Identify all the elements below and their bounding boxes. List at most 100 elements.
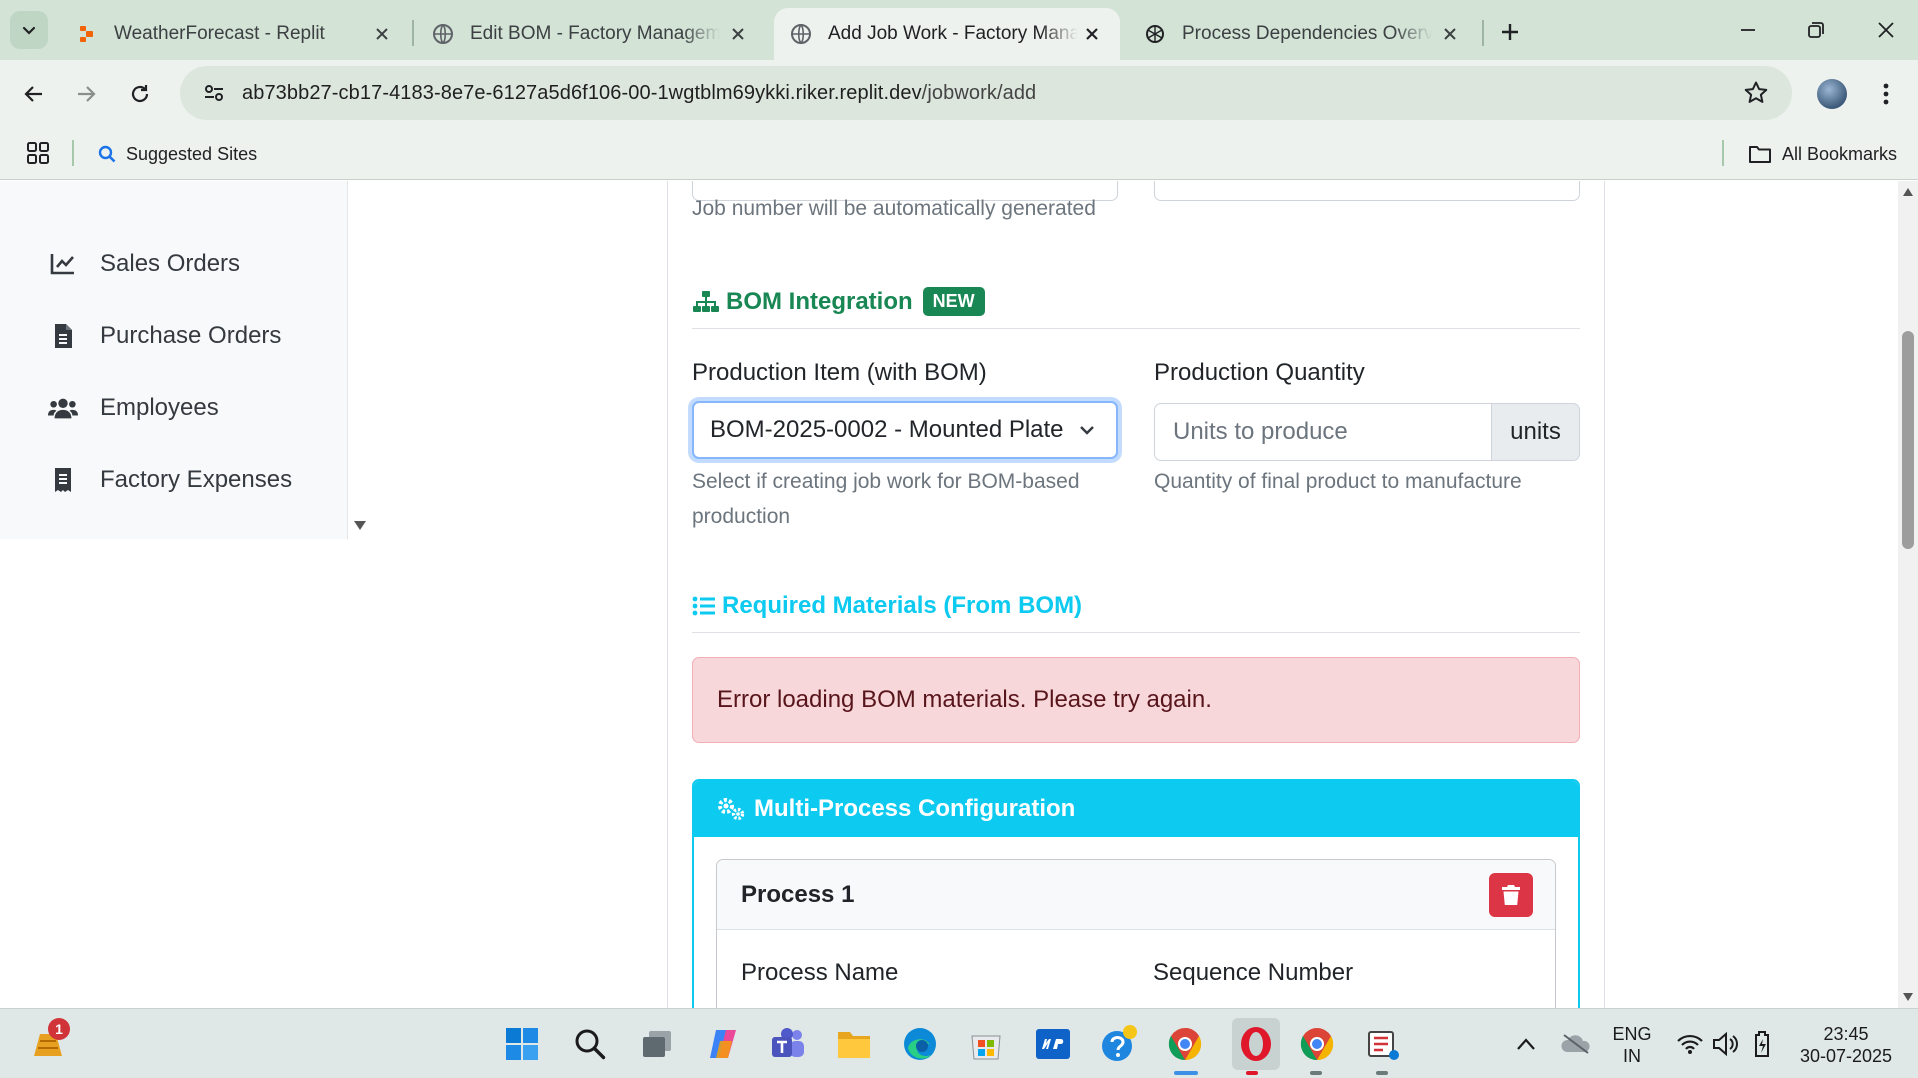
close-window-button[interactable] (1862, 8, 1910, 52)
windows-logo-icon (506, 1028, 538, 1060)
onedrive-icon[interactable] (1556, 1024, 1596, 1064)
tab-title: WeatherForecast - Replit (114, 23, 325, 44)
scroll-up-icon[interactable] (1902, 187, 1914, 197)
sidebar-item-purchase-orders[interactable]: Purchase Orders (48, 319, 281, 353)
taskbar-widget-app-icon[interactable]: 1 (28, 1018, 70, 1064)
sidebar-item-label: Employees (100, 394, 219, 421)
chrome-profile-icon[interactable] (1165, 1024, 1205, 1064)
scroll-down-icon[interactable] (1902, 992, 1914, 1002)
restore-icon (1808, 22, 1824, 38)
input-language-indicator[interactable]: ENG IN (1607, 1023, 1657, 1067)
reload-icon (131, 85, 149, 103)
get-help-icon[interactable] (1099, 1024, 1139, 1064)
minimize-icon (1741, 29, 1755, 31)
production-item-select[interactable]: BOM-2025-0002 - Mounted Plate (692, 401, 1118, 459)
tab-title: Add Job Work - Factory Management (828, 23, 1078, 44)
restore-button[interactable] (1792, 8, 1840, 52)
address-bar[interactable]: ab73bb27-cb17-4183-8e7e-6127a5d6f106-00-… (180, 66, 1792, 120)
sidebar-item-sales-orders[interactable]: Sales Orders (48, 247, 240, 281)
tab-add-job-work[interactable]: Add Job Work - Factory Management (774, 8, 1120, 60)
sidebar-item-label: Purchase Orders (100, 322, 282, 349)
search-icon (98, 145, 116, 163)
chrome-browser-icon[interactable] (1297, 1024, 1337, 1064)
file-explorer-icon[interactable] (834, 1024, 874, 1064)
opera-browser-icon[interactable] (1232, 1018, 1280, 1070)
multi-process-header: Multi-Process Configuration (694, 781, 1578, 837)
microsoft-store-icon[interactable] (966, 1024, 1006, 1064)
teams-app-icon[interactable] (768, 1024, 808, 1064)
show-hidden-icons-button[interactable] (1506, 1024, 1546, 1064)
delete-process-button[interactable] (1489, 873, 1533, 917)
chevron-down-icon (1080, 426, 1094, 435)
start-button[interactable] (502, 1024, 542, 1064)
chevron-down-icon (22, 26, 36, 35)
minimize-button[interactable] (1724, 8, 1772, 52)
sidebar-scroll-down-icon[interactable] (352, 518, 370, 534)
sidebar-item-factory-expenses[interactable]: Factory Expenses (48, 463, 292, 497)
page-scrollbar[interactable] (1898, 181, 1918, 1008)
back-button[interactable] (14, 74, 54, 114)
production-item-label: Production Item (with BOM) (692, 359, 987, 386)
edge-browser-icon[interactable] (900, 1024, 940, 1064)
sidebar-item-label: Sales Orders (100, 250, 241, 277)
profile-avatar[interactable] (1817, 79, 1847, 109)
app-indicator (1310, 1071, 1322, 1075)
tab-search-button[interactable] (10, 11, 48, 49)
tab-separator (1482, 20, 1484, 46)
all-bookmarks-button[interactable]: All Bookmarks (1748, 140, 1897, 168)
production-item-help: Select if creating job work for BOM-base… (692, 470, 1080, 528)
wifi-icon[interactable] (1670, 1024, 1710, 1064)
bookmark-star-icon[interactable] (1742, 79, 1770, 107)
bookmark-label: Suggested Sites (126, 143, 258, 164)
sidebar-item-employees[interactable]: Employees (48, 391, 219, 425)
tab-weatherforecast[interactable]: WeatherForecast - Replit (60, 8, 410, 60)
clock-date: 30-07-2025 (1799, 1046, 1893, 1066)
sidebar-item-label: Factory Expenses (100, 466, 293, 493)
close-tab-icon[interactable] (726, 22, 750, 46)
production-quantity-help: Quantity of final product to manufacture (1154, 470, 1522, 493)
globe-icon (790, 23, 812, 45)
clock[interactable]: 23:45 30-07-2025 (1792, 1023, 1900, 1067)
users-icon (48, 393, 78, 423)
browser-menu-button[interactable] (1876, 78, 1896, 110)
reload-button[interactable] (120, 74, 160, 114)
job-number-help: Job number will be automatically generat… (692, 197, 1096, 220)
search-icon (575, 1029, 606, 1060)
close-tab-icon[interactable] (1080, 22, 1104, 46)
tab-edit-bom[interactable]: Edit BOM - Factory Management (416, 8, 766, 60)
date-field[interactable] (1154, 181, 1580, 201)
globe-icon (432, 23, 454, 45)
page-scrollbar-thumb[interactable] (1902, 331, 1914, 549)
tab-process-dependencies[interactable]: Process Dependencies Overview (1128, 8, 1478, 60)
url-text[interactable]: ab73bb27-cb17-4183-8e7e-6127a5d6f106-00-… (242, 82, 1036, 105)
site-settings-icon[interactable] (200, 79, 228, 107)
plus-icon (1502, 24, 1518, 40)
production-quantity-input[interactable]: Units to produce (1154, 403, 1492, 461)
new-tab-button[interactable] (1492, 14, 1528, 50)
close-tab-icon[interactable] (370, 22, 394, 46)
production-quantity-label: Production Quantity (1154, 359, 1365, 386)
production-item-value: BOM-2025-0002 - Mounted Plate (710, 416, 1064, 443)
task-view-icon (643, 1031, 671, 1057)
receipt-icon (48, 465, 78, 495)
battery-charging-icon[interactable] (1742, 1024, 1782, 1064)
copilot-app-icon[interactable] (703, 1024, 743, 1064)
bookmark-suggested-sites[interactable]: Suggested Sites (98, 140, 257, 168)
error-alert: Error loading BOM materials. Please try … (692, 657, 1580, 743)
myhp-app-icon[interactable] (1033, 1024, 1073, 1064)
snipping-tool-icon[interactable] (1363, 1024, 1403, 1064)
process-name-label: Process Name (741, 959, 899, 986)
tab-title: Edit BOM - Factory Management (470, 23, 720, 44)
production-quantity-group: Units to produce units (1154, 403, 1580, 461)
apps-grid-icon[interactable] (26, 141, 52, 167)
forward-button[interactable] (66, 74, 106, 114)
volume-icon[interactable] (1706, 1024, 1746, 1064)
taskbar-search-button[interactable] (570, 1024, 610, 1064)
task-view-button[interactable] (637, 1024, 677, 1064)
url-path: /jobwork/add (921, 81, 1037, 104)
notification-badge: 1 (48, 1018, 70, 1040)
process-card: Process 1 Process Name Sequence Number (716, 859, 1556, 1011)
browser-tab-bar: WeatherForecast - Replit Edit BOM - Fact… (0, 0, 1918, 60)
close-tab-icon[interactable] (1438, 22, 1462, 46)
more-vertical-icon (1883, 83, 1889, 105)
